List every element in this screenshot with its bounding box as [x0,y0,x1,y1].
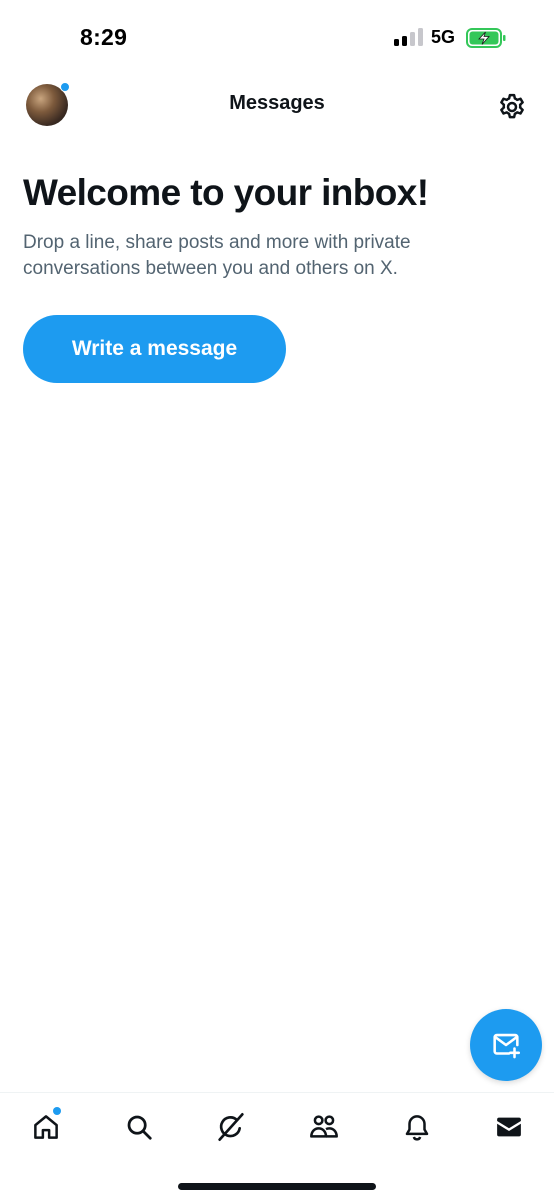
nav-search[interactable] [119,1107,159,1147]
welcome-title: Welcome to your inbox! [23,172,429,213]
home-icon [34,1115,58,1139]
page-title: Messages [229,92,325,114]
new-message-icon [493,1033,521,1059]
signal-bars-icon [394,28,424,46]
home-notification-dot [53,1107,61,1115]
new-message-fab[interactable] [470,1009,542,1081]
bell-icon [405,1115,429,1141]
network-type: 5G [431,27,456,47]
avatar-notification-dot [60,82,70,92]
nav-messages[interactable] [489,1107,529,1147]
battery-charging-icon [466,28,506,48]
messages-screen: 8:29 5G Messages Welcome to your inbox! … [0,0,554,1200]
write-message-button[interactable]: Write a message [23,315,286,383]
status-time: 8:29 [80,24,128,50]
nav-notifications[interactable] [397,1107,437,1147]
home-indicator [178,1183,376,1190]
mail-icon [497,1117,521,1137]
nav-communities[interactable] [304,1107,344,1147]
search-icon [127,1115,152,1140]
header: Messages [0,76,554,132]
status-bar: 8:29 5G [0,0,554,70]
welcome-description: Drop a line, share posts and more with p… [23,232,411,279]
nav-grok[interactable] [211,1107,251,1147]
grok-icon [218,1113,244,1141]
communities-icon [310,1115,338,1138]
nav-home[interactable] [26,1107,66,1147]
gear-icon[interactable] [497,92,527,122]
